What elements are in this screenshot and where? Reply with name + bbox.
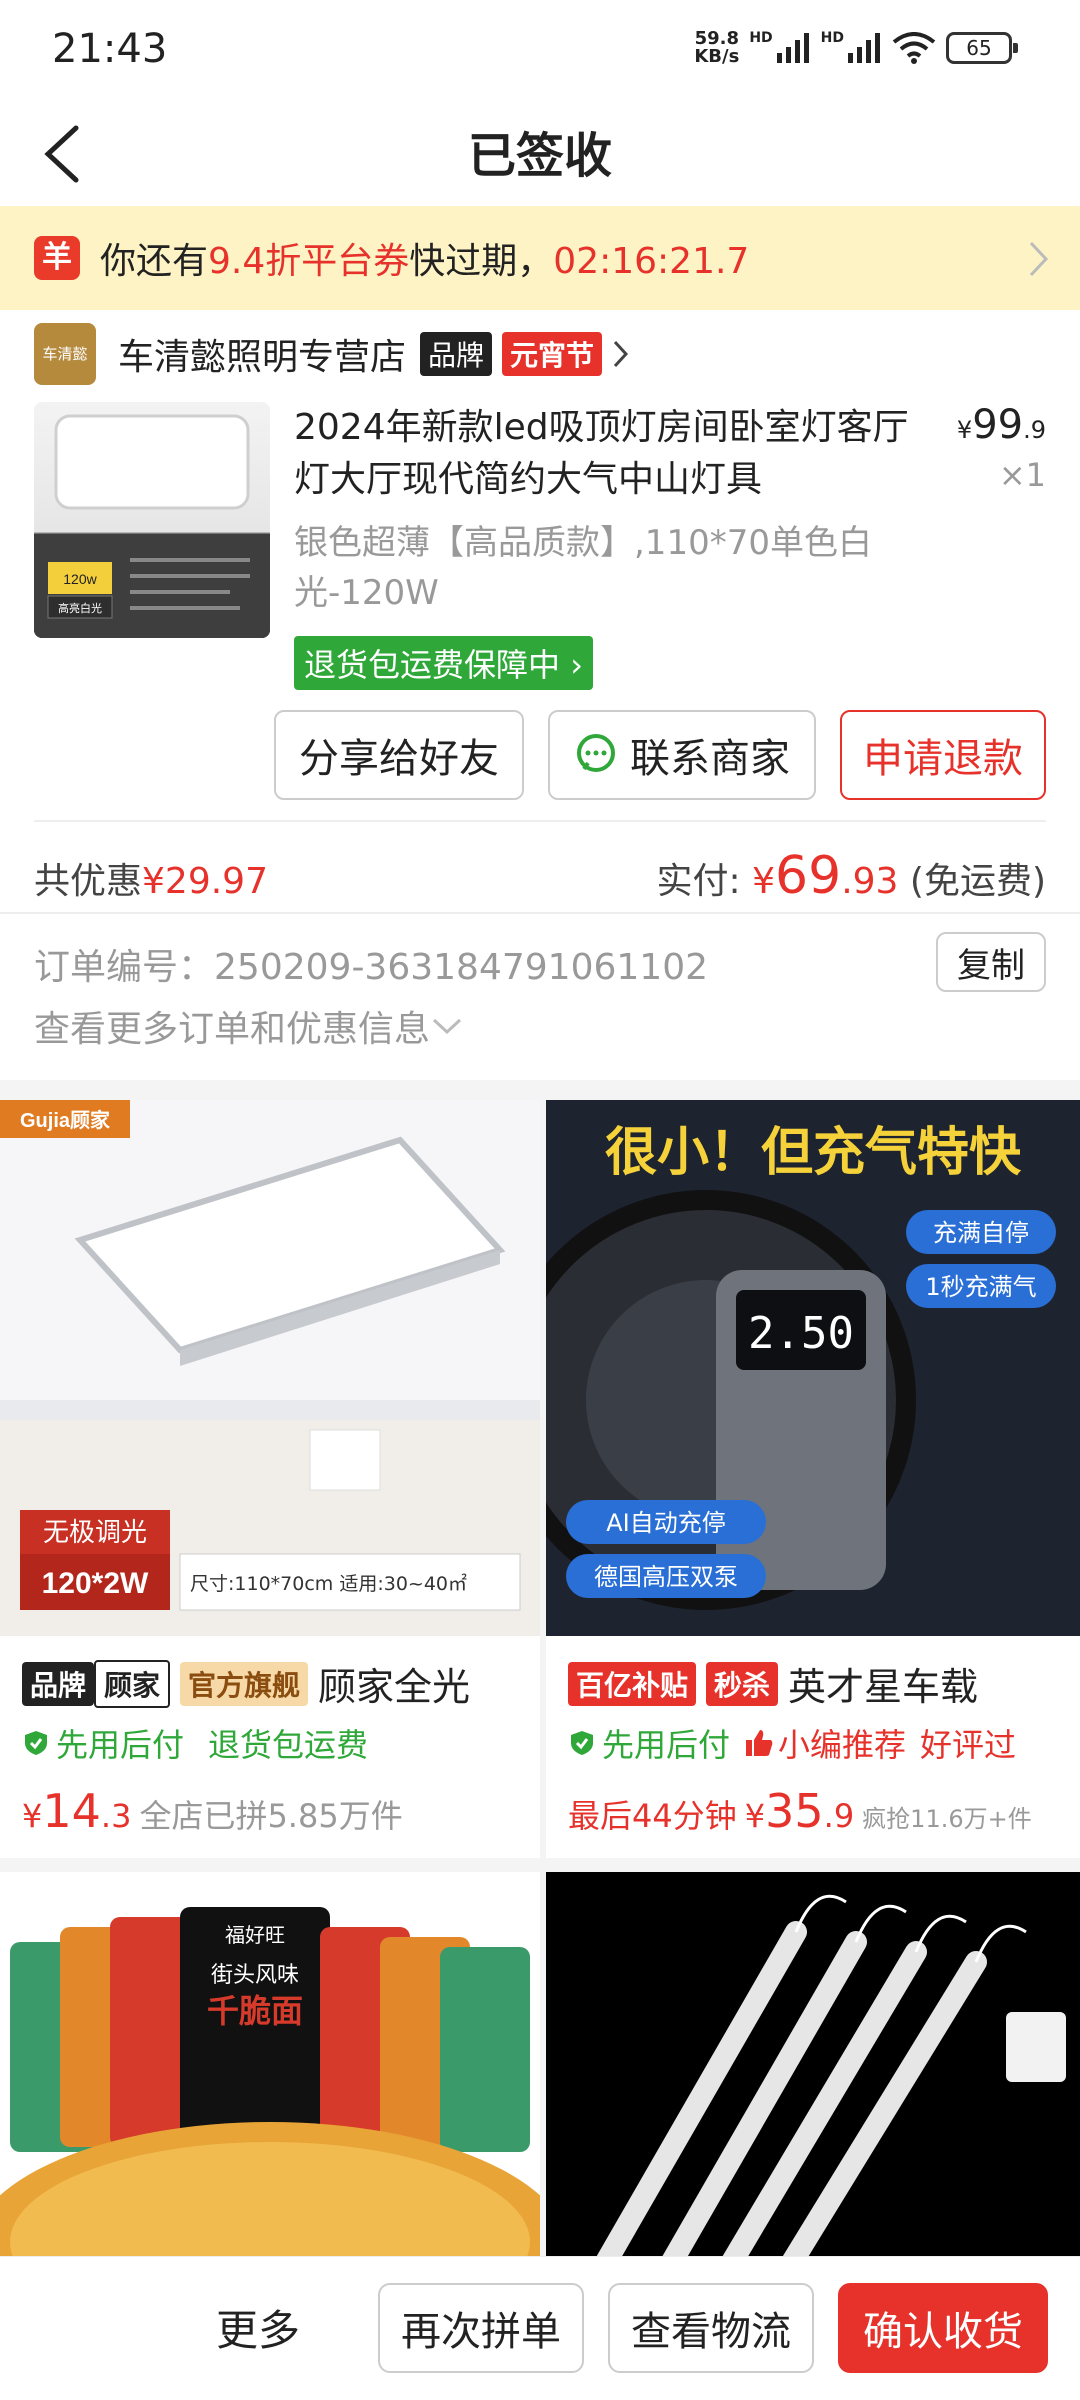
- view-logistics-button[interactable]: 查看物流: [608, 2283, 814, 2373]
- snack-subtitle: 街头风味: [211, 1963, 299, 1988]
- image-brand-logo: Gujia顾家: [20, 1108, 111, 1132]
- brand-tag: 品牌: [420, 332, 493, 376]
- hd-label-1: HD: [749, 30, 773, 46]
- order-detail-page: 21:43 59.8 KB/s HD HD 65 已签收 羊 你还有9.4折平台…: [0, 0, 1080, 2400]
- shop-name: 车清懿照明专营店: [118, 337, 407, 378]
- image-display: 2.50: [748, 1308, 854, 1359]
- product-title[interactable]: 2024年新款led吸顶灯房间卧室灯客厅灯大厅现代简约大气中山灯具: [294, 402, 914, 506]
- more-order-info-link[interactable]: 查看更多订单和优惠信息: [34, 1000, 464, 1052]
- chevron-right-icon: [613, 340, 629, 368]
- led-strip-image: [546, 1872, 1080, 2272]
- brand-name-badge: 顾家: [94, 1659, 171, 1708]
- image-pill-pump: 德国高压双泵: [594, 1563, 738, 1591]
- image-badge-size: 120*2W: [42, 1567, 149, 1600]
- product-quantity: ×1: [998, 456, 1046, 494]
- contact-seller-button[interactable]: 联系商家: [548, 710, 816, 800]
- snack-brand: 福好旺: [225, 1923, 285, 1947]
- signal-icon: [848, 33, 880, 63]
- coupon-message: 你还有9.4折平台券快过期，02:16:21.7: [100, 241, 750, 282]
- shop-row[interactable]: 车清懿 车清懿照明专营店 品牌 元宵节: [34, 316, 630, 392]
- product-sku: 银色超薄【高品质款】,110*70单色白光-120W: [294, 523, 872, 613]
- image-light-label: 高亮白光: [58, 601, 102, 615]
- status-bar: 21:43 59.8 KB/s HD HD 65: [0, 0, 1080, 96]
- snack-name: 千脆面: [207, 1992, 303, 2030]
- flagship-badge: 官方旗舰: [180, 1661, 309, 1706]
- recommendation-card[interactable]: 很小！但充气特快 充满自停 1秒充满气 2.50 AI自动充停 德国高压双泵 百…: [546, 1100, 1080, 1858]
- bottom-action-bar: 更多 再次拼单 查看物流 确认收货: [0, 2256, 1080, 2400]
- shield-icon: [25, 1731, 47, 1755]
- recommendation-image: Gujia顾家 无极调光 120*2W 尺寸:110*70cm 适用:30~40…: [0, 1100, 540, 1636]
- more-button[interactable]: 更多: [216, 2297, 300, 2358]
- recommendation-price-row: 最后44分钟 ¥35.9 疯抢11.6万+件: [568, 1784, 1032, 1838]
- subsidy-badge: 百亿补贴: [568, 1661, 697, 1706]
- status-time: 21:43: [52, 26, 168, 72]
- network-speed: 59.8 KB/s: [694, 28, 740, 67]
- nav-header: 已签收: [0, 96, 1080, 206]
- divider: [34, 820, 1046, 822]
- confirm-receipt-button[interactable]: 确认收货: [838, 2283, 1048, 2373]
- chevron-right-icon: [1029, 241, 1049, 277]
- image-badge-dimming: 无极调光: [43, 1518, 147, 1548]
- product-image[interactable]: 120w 高亮白光: [34, 402, 270, 638]
- festival-tag: 元宵节: [502, 332, 603, 376]
- sales-note: 全店已拼5.85万件: [139, 1797, 403, 1835]
- page-title: 已签收: [467, 128, 612, 184]
- refund-button[interactable]: 申请退款: [840, 710, 1046, 800]
- share-button[interactable]: 分享给好友: [274, 710, 524, 800]
- recommendation-title-row: 百亿补贴 秒杀 英才星车载: [568, 1656, 978, 1711]
- recommendation-price: ¥14.3: [22, 1784, 132, 1838]
- thumbs-up-icon: [746, 1730, 773, 1756]
- recommendation-tags: 先用后付 退货包运费: [22, 1720, 368, 1766]
- shield-icon: [571, 1731, 593, 1755]
- copy-button[interactable]: 复制: [936, 932, 1046, 992]
- coupon-timer: 02:16:21.7: [553, 241, 750, 282]
- recommendation-card[interactable]: 福好旺 街头风味 千脆面: [0, 1872, 540, 2272]
- battery-icon: 65: [946, 32, 1018, 64]
- recommendation-price-row: ¥14.3 全店已拼5.85万件: [22, 1784, 403, 1838]
- image-headline: 很小！但充气特快: [605, 1123, 1022, 1183]
- rebuy-button[interactable]: 再次拼单: [378, 2283, 584, 2373]
- coupon-expiry-banner[interactable]: 羊 你还有9.4折平台券快过期，02:16:21.7: [0, 206, 1080, 310]
- recommendation-image: 福好旺 街头风味 千脆面: [0, 1872, 540, 2272]
- sales-note: 疯抢11.6万+件: [862, 1805, 1032, 1833]
- coupon-discount: 9.4折平台券: [208, 241, 410, 282]
- recommendation-card[interactable]: Gujia顾家 无极调光 120*2W 尺寸:110*70cm 适用:30~40…: [0, 1100, 540, 1858]
- order-number: 订单编号：250209-363184791061102: [34, 947, 708, 988]
- hd-label-2: HD: [820, 30, 844, 46]
- signal-icon: [776, 33, 809, 63]
- status-icons: 59.8 KB/s HD HD 65: [694, 28, 1018, 67]
- shop-logo: 车清懿: [34, 323, 96, 385]
- brand-badge: 品牌: [22, 1661, 95, 1706]
- recommendation-image: 很小！但充气特快 充满自停 1秒充满气 2.50 AI自动充停 德国高压双泵: [546, 1100, 1080, 1636]
- image-watt-label: 120w: [63, 571, 97, 587]
- order-card: 车清懿 车清懿照明专营店 品牌 元宵节 120w 高亮白光 2024年新款led…: [0, 310, 1080, 1080]
- product-price: ¥99.9: [956, 402, 1046, 448]
- image-pill-speed: 1秒充满气: [925, 1273, 1036, 1301]
- image-pill-autostop: 充满自停: [933, 1219, 1029, 1247]
- wifi-icon: [892, 32, 936, 64]
- discount-summary: 共优惠¥29.97: [34, 861, 268, 902]
- recommendation-card[interactable]: [546, 1872, 1080, 2272]
- return-shipping-tag[interactable]: 退货包运费保障中 ›: [294, 636, 593, 690]
- image-caption: 尺寸:110*70cm 适用:30~40㎡: [190, 1572, 467, 1595]
- recommendation-title: 英才星车载: [788, 1665, 979, 1709]
- chevron-down-icon: [432, 1018, 462, 1035]
- recommendation-price: ¥35.9: [744, 1784, 855, 1838]
- coupon-icon: 羊: [34, 236, 80, 280]
- paid-amount: 实付: ¥69.93 (免运费): [656, 846, 1046, 906]
- recommendation-tags: 先用后付 小编推荐 好评过: [568, 1720, 1016, 1766]
- recommendation-title-row: 品牌 顾家 官方旗舰 顾家全光: [22, 1656, 470, 1711]
- flash-sale-badge: 秒杀: [706, 1661, 779, 1706]
- chat-icon: [577, 734, 615, 772]
- image-pill-ai: AI自动充停: [606, 1509, 726, 1537]
- recommendation-title: 顾家全光: [318, 1665, 471, 1709]
- countdown-label: 最后44分钟: [568, 1797, 737, 1835]
- divider: [0, 912, 1080, 914]
- ceiling-lamp-illustration: 120w 高亮白光: [34, 414, 270, 638]
